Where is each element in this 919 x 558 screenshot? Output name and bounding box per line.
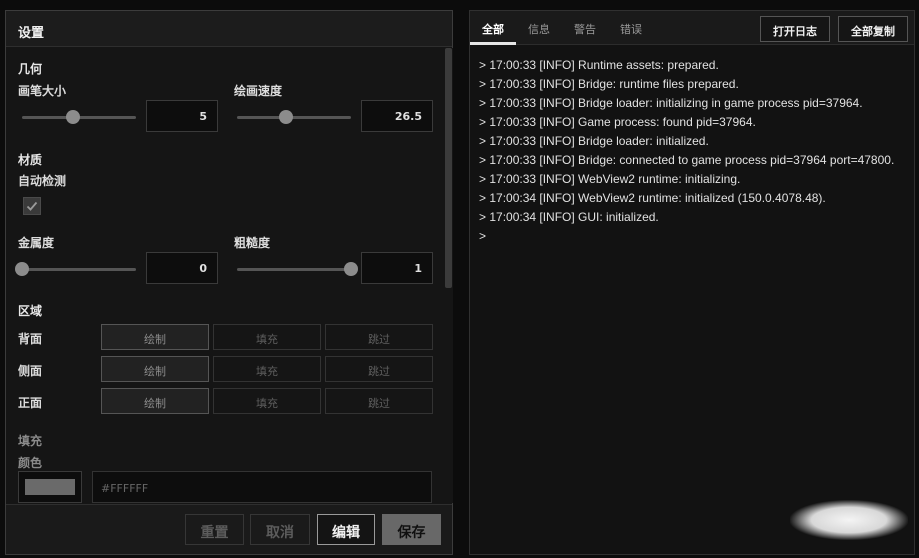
region-front-draw-button[interactable]: 绘制 [101, 388, 209, 414]
log-output[interactable]: > 17:00:33 [INFO] Runtime assets: prepar… [479, 56, 909, 246]
edit-button[interactable]: 编辑 [317, 514, 375, 545]
blurred-overlay [790, 500, 908, 540]
metalness-label: 金属度 [18, 236, 55, 250]
settings-panel: 设置 几何 画笔大小 5 绘画速度 26.5 材质 自动检测 金属度 0 粗糙度… [5, 10, 453, 555]
settings-body: 几何 画笔大小 5 绘画速度 26.5 材质 自动检测 金属度 0 粗糙度 1 … [6, 48, 446, 503]
cancel-button[interactable]: 取消 [250, 514, 310, 545]
copy-all-button[interactable]: 全部复制 [838, 16, 908, 42]
auto-detect-checkbox[interactable] [23, 197, 41, 215]
roughness-input[interactable]: 1 [361, 252, 433, 284]
region-side-skip-button[interactable]: 跳过 [325, 356, 433, 382]
log-line: > 17:00:33 [INFO] Bridge loader: initial… [479, 96, 863, 110]
region-back-draw-button[interactable]: 绘制 [101, 324, 209, 350]
tab-info[interactable]: 信息 [528, 21, 550, 37]
log-line: > 17:00:33 [INFO] WebView2 runtime: init… [479, 172, 741, 186]
region-front-skip-button[interactable]: 跳过 [325, 388, 433, 414]
draw-speed-input[interactable]: 26.5 [361, 100, 433, 132]
log-tabbar: 全部 信息 警告 错误 打开日志 全部复制 [470, 11, 914, 45]
log-line: > 17:00:33 [INFO] Game process: found pi… [479, 115, 756, 129]
section-geometry: 几何 [18, 62, 43, 76]
roughness-slider-track[interactable] [237, 268, 351, 271]
fill-color-swatch-button[interactable] [18, 471, 82, 503]
log-line: > 17:00:34 [INFO] WebView2 runtime: init… [479, 191, 826, 205]
settings-footer: 重置 取消 编辑 保存 [6, 504, 452, 554]
auto-detect-label: 自动检测 [18, 174, 67, 188]
region-side-fill-button[interactable]: 填充 [213, 356, 321, 382]
region-side-label: 侧面 [18, 364, 43, 378]
region-back-skip-button[interactable]: 跳过 [325, 324, 433, 350]
log-line: > 17:00:33 [INFO] Bridge: connected to g… [479, 153, 895, 167]
settings-scroll-thumb[interactable] [445, 48, 452, 288]
draw-speed-label: 绘画速度 [234, 84, 283, 98]
region-front-fill-button[interactable]: 填充 [213, 388, 321, 414]
region-front-label: 正面 [18, 396, 43, 410]
fill-color-hex-input[interactable]: #FFFFFF [92, 471, 432, 503]
region-back-fill-button[interactable]: 填充 [213, 324, 321, 350]
open-log-button[interactable]: 打开日志 [760, 16, 830, 42]
fill-color-label: 颜色 [18, 456, 43, 470]
draw-speed-slider-track[interactable] [237, 116, 351, 119]
log-panel: 全部 信息 警告 错误 打开日志 全部复制 > 17:00:33 [INFO] … [469, 10, 915, 555]
check-icon [26, 201, 38, 211]
tab-warning[interactable]: 警告 [574, 21, 596, 37]
brush-size-slider-thumb[interactable] [66, 110, 81, 124]
section-material: 材质 [18, 153, 43, 167]
save-button[interactable]: 保存 [382, 514, 441, 545]
tab-error[interactable]: 错误 [620, 21, 642, 37]
brush-size-label: 画笔大小 [18, 84, 67, 98]
roughness-slider-thumb[interactable] [344, 262, 358, 276]
tab-all[interactable]: 全部 [482, 21, 504, 37]
log-prompt: > [479, 229, 487, 243]
reset-button[interactable]: 重置 [185, 514, 244, 545]
panel-title: 设置 [6, 11, 452, 47]
brush-size-input[interactable]: 5 [146, 100, 218, 132]
log-line: > 17:00:33 [INFO] Bridge: runtime files … [479, 77, 739, 91]
metalness-slider-track[interactable] [22, 268, 136, 271]
metalness-slider-thumb[interactable] [15, 262, 29, 276]
log-line: > 17:00:33 [INFO] Bridge loader: initial… [479, 134, 709, 148]
log-line: > 17:00:34 [INFO] GUI: initialized. [479, 210, 659, 224]
fill-color-swatch [25, 479, 75, 495]
log-line: > 17:00:33 [INFO] Runtime assets: prepar… [479, 58, 719, 72]
active-tab-indicator [470, 42, 516, 45]
draw-speed-slider-thumb[interactable] [279, 110, 294, 124]
metalness-input[interactable]: 0 [146, 252, 218, 284]
section-region: 区域 [18, 304, 43, 318]
settings-scrollbar[interactable] [444, 48, 453, 503]
roughness-label: 粗糙度 [234, 236, 271, 250]
region-side-draw-button[interactable]: 绘制 [101, 356, 209, 382]
region-back-label: 背面 [18, 332, 43, 346]
section-fill: 填充 [18, 434, 43, 448]
